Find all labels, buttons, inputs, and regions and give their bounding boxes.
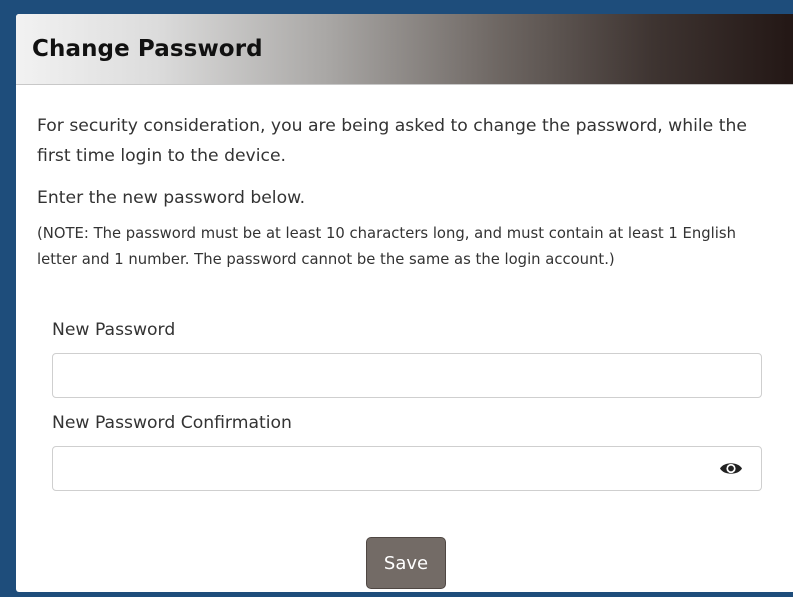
dialog-body: For security consideration, you are bein… [16,85,793,491]
confirm-password-input[interactable] [52,446,762,491]
dialog-title: Change Password [32,36,263,62]
change-password-dialog: Change Password For security considerati… [16,14,793,592]
eye-icon[interactable] [719,460,743,477]
confirm-password-label: New Password Confirmation [52,413,292,433]
dialog-header: Change Password [16,14,793,85]
instruction-text: Enter the new password below. [37,188,306,208]
security-message: For security consideration, you are bein… [37,116,747,166]
password-form: New Password New Password Confirmation [52,318,762,491]
save-button[interactable]: Save [366,537,446,589]
password-rules-note: (NOTE: The password must be at least 10 … [37,225,736,268]
new-password-input[interactable] [52,353,762,398]
new-password-label: New Password [52,320,176,340]
